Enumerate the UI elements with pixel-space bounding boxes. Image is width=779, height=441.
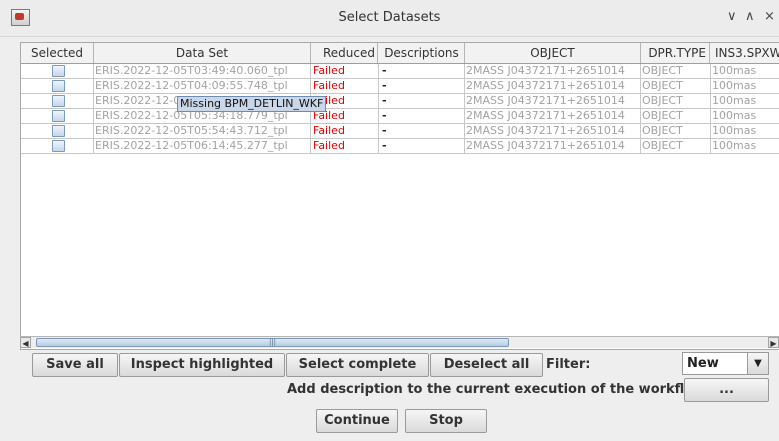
select-complete-button[interactable]: Select complete xyxy=(286,353,429,377)
filter-select[interactable]: New ▼ xyxy=(682,352,769,375)
inspect-highlighted-button[interactable]: Inspect highlighted xyxy=(119,353,285,377)
dataset-cell: ERIS.2022-12-05T03:49:40.060_tpl xyxy=(94,64,311,78)
selected-cell xyxy=(21,64,94,78)
selected-cell xyxy=(21,109,94,123)
scroll-right-icon[interactable]: ▶ xyxy=(768,337,779,348)
table-row[interactable]: ERIS.2022-12-05T06:14:45.277_tpl Failed … xyxy=(21,139,779,154)
object-cell: 2MASS J04372171+2651014 xyxy=(465,139,641,153)
column-header-data-set[interactable]: Data Set xyxy=(94,43,311,63)
dpr-type-cell: OBJECT xyxy=(641,124,711,138)
table-row[interactable]: ERIS.2022-12-05T04:29:... Failed - 2MASS… xyxy=(21,94,779,109)
ins3-spxw-cell: 100mas xyxy=(711,94,779,108)
dropdown-arrow-icon[interactable]: ▼ xyxy=(747,353,768,374)
filter-label: Filter: xyxy=(546,357,591,372)
object-cell: 2MASS J04372171+2651014 xyxy=(465,94,641,108)
minimize-icon[interactable]: ∨ xyxy=(727,9,737,24)
dataset-cell: ERIS.2022-12-05T06:14:45.277_tpl xyxy=(94,139,311,153)
title-bar: Select Datasets ∨ ∧ × xyxy=(0,0,779,37)
dataset-cell: ERIS.2022-12-05T05:54:43.712_tpl xyxy=(94,124,311,138)
description-cell[interactable]: - xyxy=(379,139,465,153)
reduced-cell: Failed xyxy=(311,64,379,78)
stop-button[interactable]: Stop xyxy=(405,409,487,433)
deselect-all-button[interactable]: Deselect all xyxy=(430,353,543,377)
ins3-spxw-cell: 100mas xyxy=(711,139,779,153)
selected-cell xyxy=(21,79,94,93)
description-cell[interactable]: - xyxy=(379,64,465,78)
reduced-cell: Failed xyxy=(311,124,379,138)
maximize-icon[interactable]: ∧ xyxy=(745,9,755,24)
column-header-selected[interactable]: Selected xyxy=(21,43,94,63)
datasets-table: Selected Data Set Reduced Descriptions O… xyxy=(20,42,779,350)
dpr-type-cell: OBJECT xyxy=(641,64,711,78)
dpr-type-cell: OBJECT xyxy=(641,139,711,153)
reduced-cell: Failed xyxy=(311,79,379,93)
object-cell: 2MASS J04372171+2651014 xyxy=(465,64,641,78)
ins3-spxw-cell: 100mas xyxy=(711,79,779,93)
table-row[interactable]: ERIS.2022-12-05T05:34:18.779_tpl Failed … xyxy=(21,109,779,124)
scroll-left-icon[interactable]: ◀ xyxy=(20,337,31,348)
save-all-button[interactable]: Save all xyxy=(32,353,118,377)
ins3-spxw-cell: 100mas xyxy=(711,64,779,78)
failure-tooltip: Missing BPM_DETLIN_WKF xyxy=(177,96,327,112)
dataset-cell: ERIS.2022-12-05T04:09:55.748_tpl xyxy=(94,79,311,93)
close-icon[interactable]: × xyxy=(764,9,775,24)
select-checkbox[interactable] xyxy=(52,65,65,77)
dpr-type-cell: OBJECT xyxy=(641,79,711,93)
reduced-cell: Failed xyxy=(311,139,379,153)
table-header: Selected Data Set Reduced Descriptions O… xyxy=(21,43,779,64)
select-checkbox[interactable] xyxy=(52,95,65,107)
filter-value: New xyxy=(687,356,719,371)
horizontal-scrollbar[interactable]: ◀ ||| ▶ xyxy=(20,336,779,348)
column-header-object[interactable]: OBJECT xyxy=(465,43,641,63)
dpr-type-cell: OBJECT xyxy=(641,109,711,123)
window-title: Select Datasets xyxy=(338,10,441,25)
description-cell[interactable]: - xyxy=(379,94,465,108)
ins3-spxw-cell: 100mas xyxy=(711,109,779,123)
description-cell[interactable]: - xyxy=(379,79,465,93)
table-row[interactable]: ERIS.2022-12-05T03:49:40.060_tpl Failed … xyxy=(21,64,779,79)
column-header-reduced[interactable]: Reduced xyxy=(311,43,378,63)
selected-cell xyxy=(21,124,94,138)
select-checkbox[interactable] xyxy=(52,110,65,122)
object-cell: 2MASS J04372171+2651014 xyxy=(465,124,641,138)
column-header-descriptions[interactable]: Descriptions xyxy=(379,43,465,63)
description-label: Add description to the current execution… xyxy=(287,382,711,397)
dpr-type-cell: OBJECT xyxy=(641,94,711,108)
description-cell[interactable]: - xyxy=(379,124,465,138)
select-checkbox[interactable] xyxy=(52,80,65,92)
object-cell: 2MASS J04372171+2651014 xyxy=(465,109,641,123)
selected-cell xyxy=(21,94,94,108)
select-checkbox[interactable] xyxy=(52,140,65,152)
column-header-dpr-type[interactable]: DPR.TYPE xyxy=(641,43,710,63)
description-cell[interactable]: - xyxy=(379,109,465,123)
ins3-spxw-cell: 100mas xyxy=(711,124,779,138)
select-checkbox[interactable] xyxy=(52,125,65,137)
selected-cell xyxy=(21,139,94,153)
table-row[interactable]: ERIS.2022-12-05T04:09:55.748_tpl Failed … xyxy=(21,79,779,94)
object-cell: 2MASS J04372171+2651014 xyxy=(465,79,641,93)
scrollbar-thumb[interactable]: ||| xyxy=(36,338,509,347)
add-description-button[interactable]: ... xyxy=(684,378,769,402)
continue-button[interactable]: Continue xyxy=(316,409,398,433)
column-header-ins3-spxw[interactable]: INS3.SPXW xyxy=(711,43,779,63)
table-row[interactable]: ERIS.2022-12-05T05:54:43.712_tpl Failed … xyxy=(21,124,779,139)
